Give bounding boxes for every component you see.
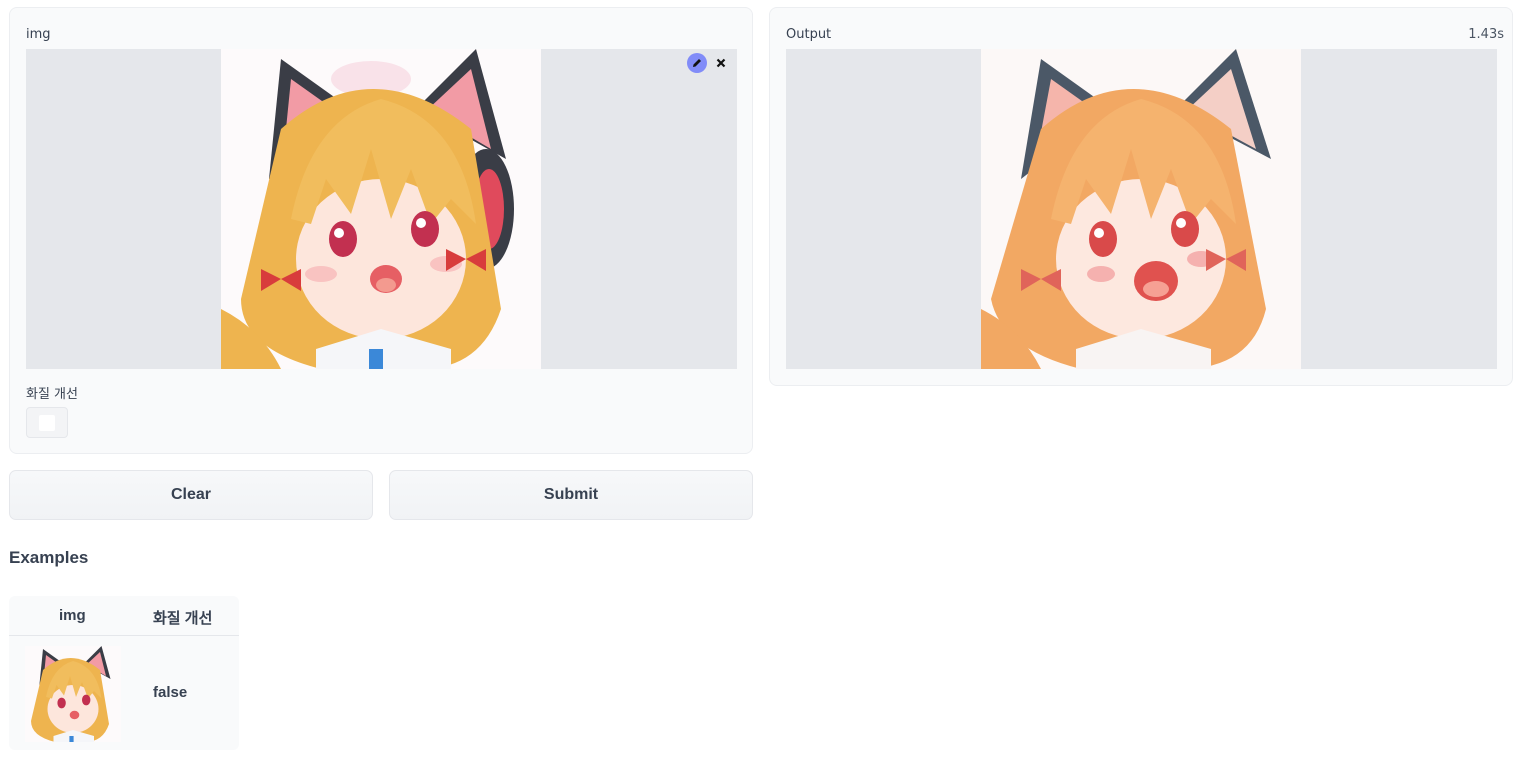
- close-icon[interactable]: [711, 53, 731, 73]
- input-image-label: img: [26, 27, 51, 42]
- input-image: [221, 49, 541, 369]
- examples-title: Examples: [9, 548, 89, 567]
- processing-time: 1.43s: [1468, 27, 1504, 42]
- input-image-area[interactable]: [26, 49, 737, 369]
- enhance-checkbox[interactable]: [26, 407, 68, 438]
- output-panel: Output 1.43s: [769, 7, 1513, 386]
- input-panel: img 화질 개선: [9, 7, 753, 454]
- checkbox-box[interactable]: [39, 414, 55, 431]
- output-image-label: Output: [786, 27, 832, 42]
- anime-girl-illustration: [221, 49, 541, 369]
- output-image-area: [786, 49, 1497, 369]
- example-enhance-value: false: [153, 684, 188, 701]
- examples-header-img: img: [59, 607, 86, 624]
- examples-header-row: img 화질 개선: [9, 596, 239, 636]
- submit-button[interactable]: Submit: [389, 470, 753, 520]
- output-image: [981, 49, 1301, 369]
- example-thumbnail: [25, 646, 121, 742]
- examples-table: img 화질 개선 false: [9, 596, 239, 750]
- anime-girl-output-illustration: [981, 49, 1301, 369]
- enhance-checkbox-label: 화질 개선: [26, 387, 78, 402]
- pencil-icon[interactable]: [687, 53, 707, 73]
- examples-row[interactable]: false: [9, 637, 239, 750]
- anime-girl-thumbnail: [25, 646, 121, 742]
- examples-header-enhance: 화질 개선: [153, 610, 213, 627]
- clear-button[interactable]: Clear: [9, 470, 373, 520]
